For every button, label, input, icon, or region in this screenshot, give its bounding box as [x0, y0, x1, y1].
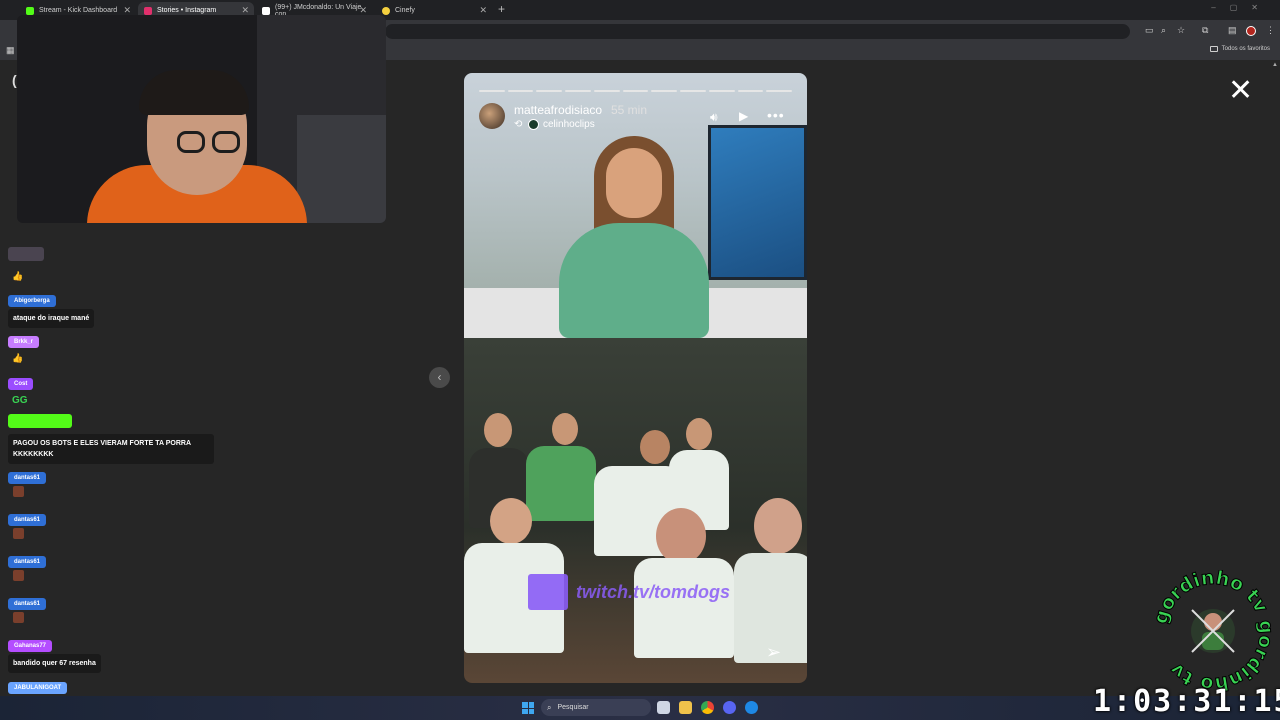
story-author-avatar[interactable] — [479, 103, 505, 129]
chat-username: Gahanas77 — [8, 640, 53, 652]
extensions-icon[interactable]: ⧉ — [1202, 25, 1208, 36]
chat-username: dantas61 — [8, 556, 47, 568]
kick-icon — [26, 6, 34, 15]
all-bookmarks-button[interactable]: Todos os favoritos — [1209, 46, 1270, 52]
story-video-bottom: twitch.tv/tomdogs — [464, 338, 807, 683]
cinefy-icon — [382, 6, 390, 15]
story-progress-segment — [536, 90, 563, 92]
thumbs-up-emote: 👍 — [12, 353, 24, 363]
chrome-icon[interactable] — [701, 701, 714, 714]
folder-icon — [1209, 46, 1218, 52]
discord-icon[interactable] — [723, 701, 736, 714]
stream-watermark: twitch.tv/tomdogs — [576, 582, 730, 602]
thumbs-up-emote: 👍 — [12, 271, 24, 281]
gordinho-tv-logo: gordinho tv gordinho tv — [1152, 570, 1274, 692]
play-icon[interactable]: ▶ — [739, 109, 748, 123]
tab-title: Stream - Kick Dashboard — [39, 7, 118, 14]
story-progress-segment — [737, 90, 764, 92]
task-view-icon[interactable] — [657, 701, 670, 714]
reading-list-icon[interactable]: ▤ — [1228, 25, 1237, 36]
chat-message: dantas61 — [8, 592, 47, 628]
face-emote — [13, 486, 24, 497]
chat-message: Cost GG — [8, 372, 34, 408]
chat-username: Brkk_r — [8, 336, 40, 348]
story-progress-segment — [565, 90, 591, 92]
chat-message: PAGOU OS BOTS E ELES VIERAM FORTE TA POR… — [8, 414, 214, 464]
story-progress-segment — [766, 90, 793, 92]
story-username[interactable]: matteafrodisiaco — [514, 103, 602, 117]
search-placeholder: Pesquisar — [557, 704, 589, 711]
zoom-icon[interactable]: ⌕ — [1161, 25, 1166, 36]
repost-icon: ⟲ — [514, 119, 523, 130]
tab-cinefy[interactable]: Cinefy ✕ — [376, 2, 492, 19]
reposted-from-avatar[interactable] — [528, 119, 539, 130]
tab-title: Stories • Instagram — [157, 7, 217, 14]
chat-message-text: PAGOU OS BOTS E ELES VIERAM FORTE TA POR… — [8, 434, 214, 464]
taskbar-search[interactable]: ⌕ Pesquisar — [541, 699, 651, 716]
window-controls[interactable]: –▢✕ — [1211, 3, 1272, 12]
tab-title: Cinefy — [395, 7, 415, 14]
chat-username: JABULANIGOAT — [8, 682, 68, 694]
chat-message-text: ataque do iraque mané — [8, 309, 95, 328]
story-progress-segment — [507, 90, 534, 92]
chat-message: dantas61 — [8, 466, 47, 502]
instagram-logo-partial: ( — [12, 72, 17, 88]
reposted-from-username[interactable]: celinhoclips — [543, 119, 595, 130]
address-bar[interactable] — [385, 24, 1130, 39]
chat-username-faded — [8, 247, 44, 261]
chat-message: Abigorberga ataque do iraque mané — [8, 289, 95, 328]
instagram-icon — [144, 6, 152, 15]
story-progress-segment — [593, 90, 620, 92]
previous-story-button[interactable]: ‹ — [429, 367, 450, 388]
stream-uptime-timer: 1:03:31:15 — [1093, 684, 1280, 719]
gg-emote: GG — [12, 395, 28, 406]
chat-username: dantas61 — [8, 472, 47, 484]
chat-username: Cost — [8, 378, 34, 390]
menu-icon[interactable]: ⋮ — [1266, 25, 1275, 36]
face-emote — [13, 570, 24, 581]
chat-username: dantas61 — [8, 598, 47, 610]
story-progress-segment — [479, 90, 505, 92]
cast-icon[interactable]: ▭ — [1145, 25, 1154, 36]
profile-avatar[interactable] — [1246, 26, 1256, 36]
search-icon: ⌕ — [547, 702, 552, 712]
close-icon[interactable]: ✕ — [1228, 76, 1253, 106]
file-explorer-icon[interactable] — [679, 701, 692, 714]
story-progress-segment — [708, 90, 735, 92]
app-icon[interactable] — [745, 701, 758, 714]
story-progress-segment — [680, 90, 706, 92]
story-media[interactable]: twitch.tv/tomdogs — [464, 73, 807, 683]
windows-start-icon[interactable] — [522, 702, 534, 714]
more-options-icon[interactable]: ••• — [767, 107, 785, 123]
all-bookmarks-label: Todos os favoritos — [1221, 46, 1270, 52]
face-emote — [13, 528, 24, 539]
apps-icon[interactable]: ▦ — [6, 45, 15, 56]
story-progress-segment — [651, 90, 678, 92]
new-tab-button[interactable]: + — [498, 2, 505, 16]
chat-username — [8, 414, 72, 428]
chat-message: Brkk_r 👍 — [8, 330, 40, 366]
scrollbar-arrow-icon[interactable]: ▲ — [1272, 62, 1278, 70]
webcam-overlay — [17, 15, 386, 223]
bookmark-star-icon[interactable]: ☆ — [1177, 25, 1185, 36]
chat-message: 👍 — [8, 247, 44, 284]
send-icon[interactable]: ➢ — [766, 642, 781, 663]
close-tab-icon[interactable]: ✕ — [479, 5, 487, 16]
chat-message: dantas61 — [8, 508, 47, 544]
chat-username: Abigorberga — [8, 295, 56, 307]
story-time-ago: 55 min — [611, 103, 648, 117]
presenter — [534, 128, 734, 338]
story-progress-bar — [479, 90, 793, 92]
chat-message: dantas61 — [8, 550, 47, 586]
face-emote — [13, 612, 24, 623]
chat-message: Gahanas77 bandido quer 67 resenha — [8, 634, 101, 673]
chat-message-text: bandido quer 67 resenha — [8, 654, 101, 673]
story-progress-segment — [622, 90, 649, 92]
tiktok-icon — [262, 6, 270, 15]
chat-username: dantas61 — [8, 514, 47, 526]
twitch-logo — [528, 574, 568, 610]
volume-icon[interactable]: 🔊︎ — [710, 110, 718, 125]
